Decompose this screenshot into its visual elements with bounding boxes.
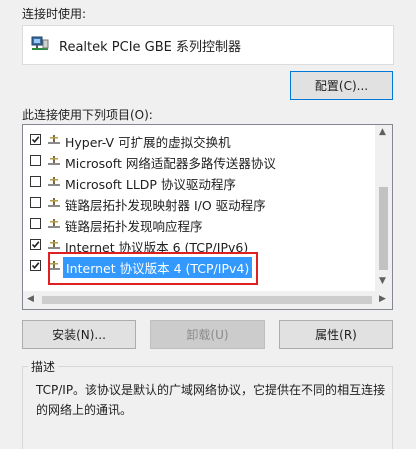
list-item[interactable]: 链路层拓扑发现响应程序 — [23, 214, 373, 235]
network-adapter-icon — [31, 35, 49, 53]
list-item-label: Microsoft 网络适配器多路传送器协议 — [65, 156, 276, 171]
install-button[interactable]: 安装(N)... — [22, 320, 136, 349]
scroll-left-icon[interactable]: ◀ — [27, 295, 34, 304]
vertical-scrollbar[interactable]: ▲ ▼ — [375, 125, 392, 291]
scroll-right-icon[interactable]: ▶ — [379, 295, 386, 304]
network-protocol-icon — [47, 176, 61, 188]
list-item[interactable]: 链路层拓扑发现映射器 I/O 驱动程序 — [23, 193, 373, 214]
list-item-label: 链路层拓扑发现响应程序 — [65, 219, 203, 234]
adapter-field: Realtek PCIe GBE 系列控制器 — [22, 25, 394, 65]
checkbox-unchecked[interactable] — [30, 155, 41, 166]
list-item[interactable]: Microsoft LLDP 协议驱动程序 — [23, 172, 373, 193]
scroll-up-icon[interactable]: ▲ — [379, 128, 386, 137]
vertical-scroll-thumb[interactable] — [379, 187, 388, 270]
description-text: TCP/IP。该协议是默认的广域网络协议，它提供在不同的相互连接的网络上的通讯。 — [36, 383, 386, 417]
list-item-label: 链路层拓扑发现映射器 I/O 驱动程序 — [65, 198, 266, 213]
properties-button[interactable]: 属性(R) — [279, 320, 393, 349]
adapter-name: Realtek PCIe GBE 系列控制器 — [59, 40, 242, 55]
checkbox-checked[interactable] — [30, 260, 41, 271]
configure-button[interactable]: 配置(C)... — [290, 71, 393, 100]
network-protocol-icon — [47, 134, 61, 146]
list-item-label: Hyper-V 可扩展的虚拟交换机 — [65, 135, 231, 150]
checkbox-unchecked[interactable] — [30, 197, 41, 208]
checkbox-unchecked[interactable] — [30, 176, 41, 187]
network-protocol-icon — [47, 239, 61, 251]
list-item[interactable]: Microsoft 网络适配器多路传送器协议 — [23, 151, 373, 172]
network-protocol-icon — [47, 155, 61, 167]
checkbox-checked[interactable] — [30, 134, 41, 145]
checkbox-unchecked[interactable] — [30, 218, 41, 229]
connect-using-label: 连接时使用: — [22, 7, 87, 21]
items-label: 此连接使用下列项目(O): — [22, 108, 153, 122]
annotation-highlight-box — [48, 252, 258, 285]
description-title: 描述 — [28, 358, 59, 375]
uninstall-button: 卸载(U) — [150, 320, 265, 349]
network-protocol-icon — [47, 218, 61, 230]
horizontal-scrollbar[interactable]: ◀ ▶ — [23, 291, 392, 309]
list-item[interactable]: Hyper-V 可扩展的虚拟交换机 — [23, 130, 373, 151]
horizontal-scroll-thumb[interactable] — [42, 296, 372, 304]
scroll-down-icon[interactable]: ▼ — [379, 277, 386, 286]
network-protocol-icon — [47, 197, 61, 209]
checkbox-checked[interactable] — [30, 239, 41, 250]
list-item-label: Microsoft LLDP 协议驱动程序 — [65, 177, 236, 192]
